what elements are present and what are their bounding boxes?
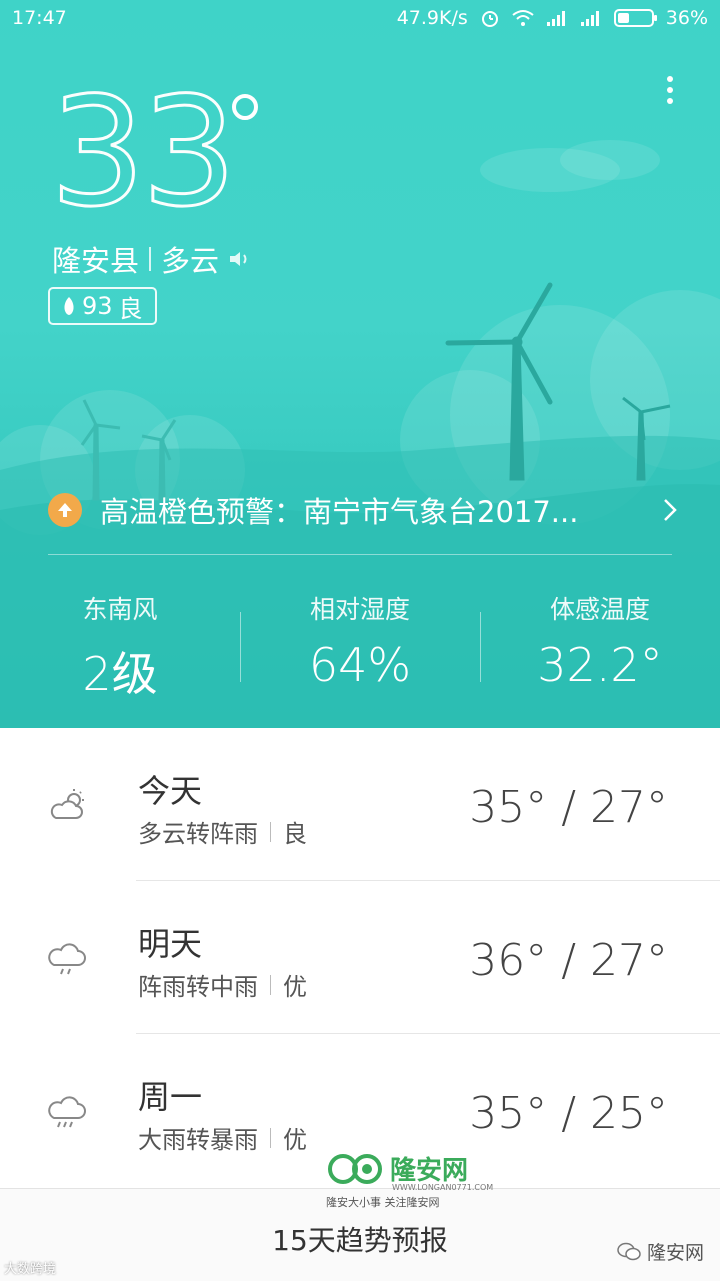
separator	[270, 1127, 271, 1148]
wechat-icon	[617, 1242, 641, 1260]
forecast-aqi: 优	[283, 973, 307, 1001]
separator	[270, 821, 271, 842]
network-speed: 47.9K/s	[396, 7, 468, 29]
corner-watermark-right: 隆安网	[617, 1238, 704, 1265]
forecast-desc: 阵雨转中雨 优	[138, 967, 307, 1002]
status-time: 17:47	[12, 7, 67, 29]
watermark-url: WWW.LONGAN0771.COM	[392, 1183, 494, 1192]
corner-watermark-left: 大数跨境	[4, 1262, 57, 1277]
watermark-name: 隆安网	[390, 1156, 469, 1186]
stat-value: 32.2°	[537, 638, 663, 692]
stat-label: 相对湿度	[309, 595, 410, 624]
stat-value: 2级	[82, 647, 158, 701]
divider	[48, 554, 672, 555]
stat-value: 64%	[308, 638, 412, 692]
heavy-rain-icon	[48, 1096, 86, 1128]
stat-label: 东南风	[82, 595, 158, 624]
stat-separator	[480, 612, 481, 682]
location-condition: 隆安县 多云	[52, 238, 255, 280]
more-menu-icon[interactable]	[660, 76, 680, 106]
forecast-temp-range: 35° / 27°	[469, 782, 668, 833]
aqi-value: 93	[82, 292, 113, 320]
forecast-day: 周一	[138, 1078, 203, 1116]
status-bar: 17:47 47.9K/s 36%	[0, 0, 720, 38]
forecast-desc: 大雨转暴雨 优	[138, 1120, 307, 1155]
forecast-row-today[interactable]: 今天 多云转阵雨 良 35° / 27°	[0, 728, 720, 880]
weather-condition: 多云	[161, 244, 220, 278]
watermark-slogan: 隆安大小事 关注隆安网	[326, 1196, 440, 1209]
weather-alert[interactable]: 高温橙色预警：南宁市气象台2017...	[48, 488, 678, 532]
aqi-label: 良	[118, 294, 143, 323]
signal-icon	[546, 11, 565, 26]
stat-separator	[240, 612, 241, 682]
site-logo-icon	[328, 1153, 382, 1184]
forecast-temp-range: 36° / 27°	[469, 935, 668, 986]
degree-symbol	[232, 94, 258, 120]
location-name[interactable]: 隆安县	[52, 238, 139, 280]
stat-humidity: 相对湿度 64%	[240, 590, 480, 700]
partly-cloudy-icon	[50, 789, 84, 819]
forecast-aqi: 优	[283, 1126, 307, 1154]
speaker-icon[interactable]	[227, 248, 255, 270]
forecast-day: 明天	[138, 925, 203, 963]
forecast-condition: 阵雨转中雨	[138, 973, 258, 1001]
leaf-icon	[64, 297, 74, 315]
forecast-aqi: 良	[283, 820, 307, 848]
current-temperature: 33	[49, 66, 239, 240]
forecast-temp-range: 35° / 25°	[469, 1088, 668, 1139]
separator	[149, 247, 152, 271]
aqi-badge[interactable]: 93 良	[48, 287, 157, 325]
alert-text: 高温橙色预警：南宁市气象台2017...	[100, 495, 579, 529]
forecast-list: 今天 多云转阵雨 良 35° / 27° 明天 阵雨转中雨 优 36° / 27…	[0, 728, 720, 1188]
forecast-condition: 大雨转暴雨	[138, 1126, 258, 1154]
warning-arrow-icon	[48, 493, 82, 527]
battery-icon	[613, 9, 657, 27]
watermark: 隆安网 WWW.LONGAN0771.COM 隆安大小事 关注隆安网	[326, 1150, 494, 1220]
wifi-icon	[512, 10, 534, 26]
rain-icon	[48, 943, 86, 975]
fifteen-day-forecast-button[interactable]: 15天趋势预报	[0, 1219, 720, 1259]
alarm-icon	[481, 11, 498, 27]
battery-percent: 36%	[665, 7, 708, 29]
signal-icon-2	[580, 11, 599, 26]
forecast-day: 今天	[138, 772, 203, 810]
weather-header: 17:47 47.9K/s 36% 33 隆安县 多云 93 良 高温橙色预警：…	[0, 0, 720, 728]
forecast-row-tomorrow[interactable]: 明天 阵雨转中雨 优 36° / 27°	[0, 881, 720, 1033]
separator	[270, 974, 271, 995]
stat-wind: 东南风 2级	[0, 590, 240, 701]
stat-label: 体感温度	[549, 595, 650, 624]
forecast-desc: 多云转阵雨 良	[138, 814, 307, 849]
stat-feels-like: 体感温度 32.2°	[480, 590, 720, 700]
weather-stats: 东南风 2级 相对湿度 64% 体感温度 32.2°	[0, 590, 720, 701]
corner-right-text: 隆安网	[646, 1242, 704, 1264]
forecast-condition: 多云转阵雨	[138, 820, 258, 848]
chevron-right-icon	[664, 499, 677, 521]
